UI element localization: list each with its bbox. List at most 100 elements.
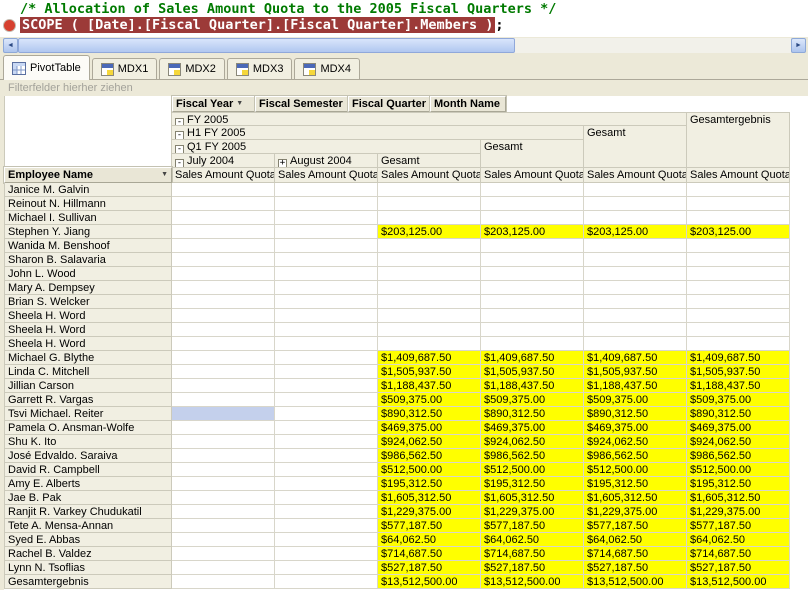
data-cell[interactable]: $1,409,687.50 (481, 351, 584, 365)
data-cell[interactable] (172, 239, 275, 253)
data-cell[interactable] (481, 267, 584, 281)
data-cell[interactable] (172, 561, 275, 575)
data-cell[interactable]: $890,312.50 (687, 407, 790, 421)
data-cell[interactable] (172, 519, 275, 533)
data-cell[interactable]: $714,687.50 (687, 547, 790, 561)
data-cell[interactable] (172, 211, 275, 225)
data-cell[interactable] (275, 281, 378, 295)
data-cell[interactable]: $577,187.50 (481, 519, 584, 533)
data-cell[interactable]: $986,562.50 (481, 449, 584, 463)
data-cell[interactable] (378, 239, 481, 253)
data-cell[interactable] (481, 337, 584, 351)
data-cell[interactable] (275, 533, 378, 547)
data-cell[interactable] (172, 183, 275, 197)
data-cell[interactable]: $1,505,937.50 (481, 365, 584, 379)
data-cell[interactable]: $469,375.00 (687, 421, 790, 435)
row-header[interactable]: Janice M. Galvin (4, 183, 172, 197)
row-header[interactable]: Lynn N. Tsoflias (4, 561, 172, 575)
tab-mdx3[interactable]: MDX3 (227, 58, 293, 79)
data-cell[interactable]: $512,500.00 (584, 463, 687, 477)
measure-caption-cell[interactable]: Sales Amount Quota (687, 168, 790, 183)
data-cell[interactable]: $1,605,312.50 (687, 491, 790, 505)
data-cell[interactable]: $1,409,687.50 (378, 351, 481, 365)
data-cell[interactable]: $577,187.50 (584, 519, 687, 533)
data-cell[interactable]: $527,187.50 (481, 561, 584, 575)
data-cell[interactable] (584, 253, 687, 267)
filter-drop-zone[interactable]: Filterfelder hierher ziehen (0, 80, 808, 96)
measure-caption-cell[interactable]: Sales Amount Quota (378, 168, 481, 183)
row-header[interactable]: Jae B. Pak (4, 491, 172, 505)
field-button-fiscal-year[interactable]: Fiscal Year ▼ (172, 96, 255, 112)
data-cell[interactable] (378, 183, 481, 197)
data-cell[interactable] (172, 533, 275, 547)
data-cell[interactable]: $527,187.50 (584, 561, 687, 575)
data-cell[interactable] (275, 365, 378, 379)
data-cell[interactable]: $1,409,687.50 (687, 351, 790, 365)
column-member-july2004[interactable]: -July 2004 (172, 154, 275, 168)
data-cell[interactable] (275, 575, 378, 589)
data-cell[interactable] (687, 211, 790, 225)
data-cell[interactable]: $1,409,687.50 (584, 351, 687, 365)
data-cell[interactable]: $924,062.50 (378, 435, 481, 449)
data-cell[interactable] (172, 477, 275, 491)
data-cell[interactable] (172, 491, 275, 505)
data-cell[interactable] (275, 323, 378, 337)
data-cell[interactable] (378, 295, 481, 309)
data-cell[interactable]: $924,062.50 (687, 435, 790, 449)
column-member-august2004[interactable]: +August 2004 (275, 154, 378, 168)
data-cell[interactable] (275, 477, 378, 491)
data-cell[interactable] (172, 435, 275, 449)
column-member-q1fy2005[interactable]: -Q1 FY 2005 (172, 140, 481, 154)
tab-mdx4[interactable]: MDX4 (294, 58, 360, 79)
data-cell[interactable] (172, 309, 275, 323)
data-cell[interactable] (687, 239, 790, 253)
data-cell[interactable]: $986,562.50 (378, 449, 481, 463)
row-header[interactable]: Sharon B. Salavaria (4, 253, 172, 267)
data-cell[interactable] (275, 449, 378, 463)
data-cell[interactable]: $714,687.50 (584, 547, 687, 561)
data-cell[interactable] (172, 365, 275, 379)
data-cell[interactable]: $986,562.50 (687, 449, 790, 463)
data-cell[interactable]: $512,500.00 (481, 463, 584, 477)
data-cell[interactable] (172, 547, 275, 561)
data-cell[interactable] (378, 197, 481, 211)
tab-mdx1[interactable]: MDX1 (92, 58, 158, 79)
data-cell[interactable] (172, 267, 275, 281)
row-header[interactable]: Syed E. Abbas (4, 533, 172, 547)
data-cell[interactable]: $64,062.50 (481, 533, 584, 547)
data-cell[interactable]: $1,229,375.00 (481, 505, 584, 519)
data-cell[interactable]: $195,312.50 (481, 477, 584, 491)
data-cell[interactable] (275, 183, 378, 197)
row-header[interactable]: José Edvaldo. Saraiva (4, 449, 172, 463)
row-header[interactable]: Rachel B. Valdez (4, 547, 172, 561)
column-member-h1fy2005[interactable]: -H1 FY 2005 (172, 126, 584, 140)
data-cell[interactable] (172, 337, 275, 351)
data-cell[interactable]: $577,187.50 (378, 519, 481, 533)
field-button-month-name[interactable]: Month Name (430, 96, 506, 112)
data-cell[interactable] (378, 281, 481, 295)
data-cell[interactable]: $509,375.00 (378, 393, 481, 407)
data-cell[interactable]: $924,062.50 (481, 435, 584, 449)
column-total-q1fy2005[interactable]: Gesamt (378, 154, 481, 168)
column-grand-total-header[interactable]: Gesamtergebnis (687, 112, 790, 168)
tab-pivottable[interactable]: PivotTable (3, 55, 90, 80)
data-cell[interactable]: $1,229,375.00 (584, 505, 687, 519)
measure-caption-cell[interactable]: Sales Amount Quota (584, 168, 687, 183)
data-cell[interactable]: $469,375.00 (481, 421, 584, 435)
data-cell[interactable] (481, 197, 584, 211)
data-cell[interactable] (172, 225, 275, 239)
collapse-icon[interactable]: - (175, 131, 184, 140)
data-cell[interactable] (584, 323, 687, 337)
data-cell[interactable]: $203,125.00 (584, 225, 687, 239)
data-cell[interactable]: $13,512,500.00 (687, 575, 790, 589)
data-cell[interactable] (275, 393, 378, 407)
data-cell[interactable]: $203,125.00 (687, 225, 790, 239)
data-cell[interactable]: $13,512,500.00 (481, 575, 584, 589)
column-member-fy2005[interactable]: -FY 2005 (172, 112, 687, 126)
row-header[interactable]: Amy E. Alberts (4, 477, 172, 491)
dropdown-arrow-icon[interactable]: ▼ (161, 171, 168, 179)
data-cell[interactable]: $195,312.50 (584, 477, 687, 491)
data-cell[interactable]: $509,375.00 (584, 393, 687, 407)
data-cell[interactable]: $1,505,937.50 (378, 365, 481, 379)
data-cell[interactable] (275, 421, 378, 435)
